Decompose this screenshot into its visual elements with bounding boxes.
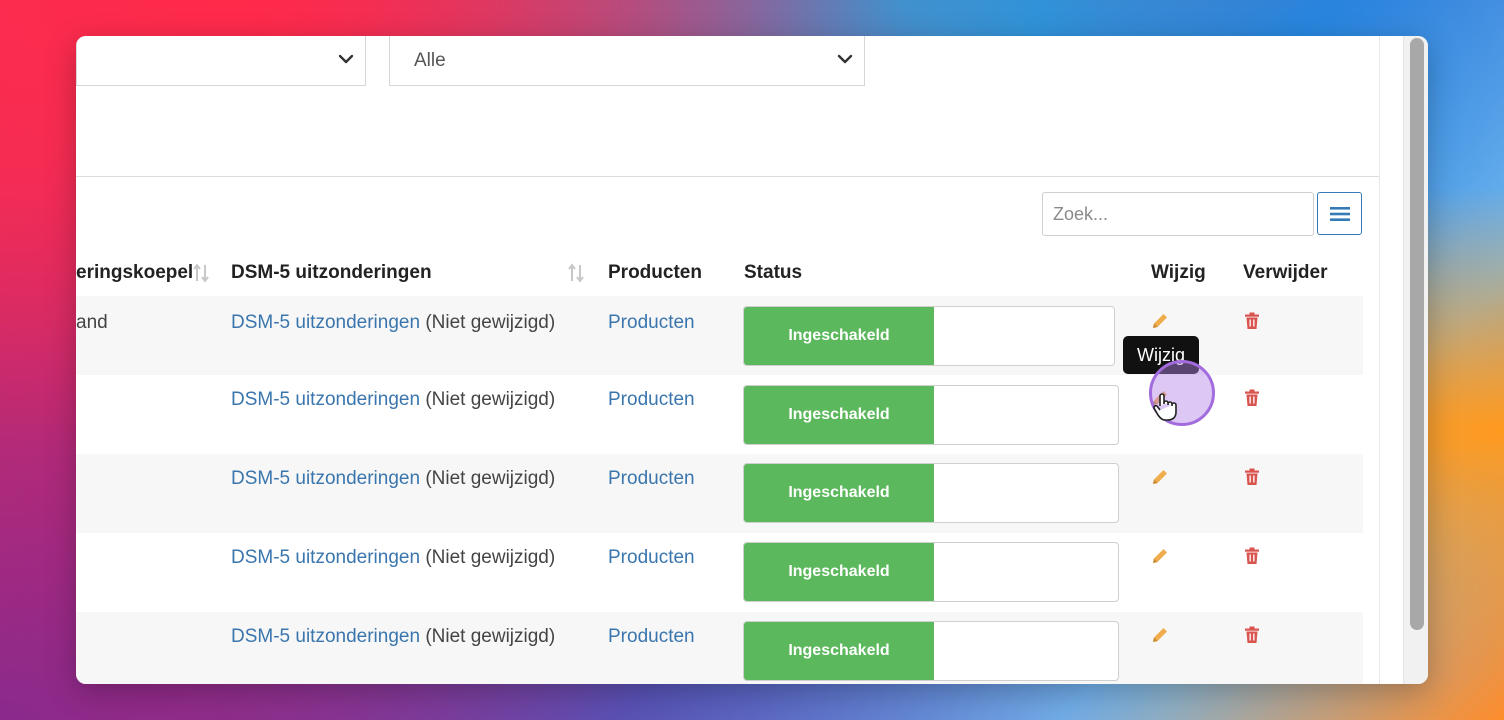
filter-select-1[interactable] [76,36,366,86]
app-window: Alle eringskoepel DSM-5 uitzonderingen P… [76,36,1428,684]
dsm-cell: DSM-5 uitzonderingen (Niet gewijzigd) [231,547,555,569]
dsm-cell: DSM-5 uitzonderingen (Niet gewijzigd) [231,468,555,490]
chevron-down-icon [837,54,853,64]
header-producten: Producten [608,262,702,283]
hamburger-icon [1329,206,1350,221]
trash-icon[interactable] [1242,467,1262,487]
status-toggle[interactable]: Ingeschakeld [743,385,1119,445]
trash-icon[interactable] [1242,546,1262,566]
header-status: Status [744,262,803,283]
dsm-cell: DSM-5 uitzonderingen (Niet gewijzigd) [231,626,555,648]
status-toggle[interactable]: Ingeschakeld [743,463,1119,523]
status-toggle[interactable]: Ingeschakeld [743,542,1119,602]
dsm-note: (Niet gewijzigd) [425,626,556,647]
header-verwijder: Verwijder [1243,262,1328,283]
status-toggle-on: Ingeschakeld [744,464,934,522]
trash-icon[interactable] [1242,311,1262,331]
filter-select-2[interactable]: Alle [389,36,865,86]
producten-link[interactable]: Producten [608,468,695,490]
dsm-cell: DSM-5 uitzonderingen (Niet gewijzigd) [231,312,555,334]
dsm-note: (Niet gewijzigd) [425,547,556,568]
koepel-cell: and [76,312,108,333]
pencil-icon[interactable] [1150,311,1170,331]
status-toggle-on: Ingeschakeld [744,543,934,601]
content-edge [1379,36,1380,684]
status-toggle[interactable]: Ingeschakeld [743,306,1115,366]
producten-link[interactable]: Producten [608,312,695,334]
sort-icon[interactable] [567,262,585,284]
pencil-icon[interactable] [1150,467,1170,487]
scrollbar-track[interactable] [1403,36,1428,684]
producten-link[interactable]: Producten [608,389,695,411]
chevron-down-icon [338,54,354,64]
pencil-icon[interactable] [1150,546,1170,566]
dsm-link[interactable]: DSM-5 uitzonderingen [231,626,420,647]
status-toggle-on: Ingeschakeld [744,386,934,444]
dsm-link[interactable]: DSM-5 uitzonderingen [231,389,420,410]
status-toggle-on: Ingeschakeld [744,307,934,365]
status-toggle[interactable]: Ingeschakeld [743,621,1119,681]
dsm-note: (Niet gewijzigd) [425,389,556,410]
hand-cursor-icon [1153,393,1177,421]
table-row: DSM-5 uitzonderingen (Niet gewijzigd) Pr… [76,612,1363,684]
filter-select-2-value: Alle [414,50,446,71]
dsm-cell: DSM-5 uitzonderingen (Niet gewijzigd) [231,389,555,411]
header-koepel[interactable]: eringskoepel [76,262,193,284]
trash-icon[interactable] [1242,625,1262,645]
scrollbar-thumb[interactable] [1410,38,1424,630]
dsm-link[interactable]: DSM-5 uitzonderingen [231,468,420,489]
table-row: DSM-5 uitzonderingen (Niet gewijzigd) Pr… [76,533,1363,612]
header-wijzig: Wijzig [1151,262,1206,283]
column-menu-button[interactable] [1317,192,1362,235]
search-input[interactable] [1042,192,1314,236]
trash-icon[interactable] [1242,388,1262,408]
dsm-note: (Niet gewijzigd) [425,468,556,489]
status-toggle-on: Ingeschakeld [744,622,934,680]
table-row: DSM-5 uitzonderingen (Niet gewijzigd) Pr… [76,454,1363,533]
sort-icon[interactable] [192,262,210,284]
header-dsm[interactable]: DSM-5 uitzonderingen [231,262,432,284]
pencil-icon[interactable] [1150,625,1170,645]
producten-link[interactable]: Producten [608,626,695,648]
section-divider [76,176,1379,177]
dsm-note: (Niet gewijzigd) [425,312,556,333]
dsm-link[interactable]: DSM-5 uitzonderingen [231,312,420,333]
producten-link[interactable]: Producten [608,547,695,569]
dsm-link[interactable]: DSM-5 uitzonderingen [231,547,420,568]
